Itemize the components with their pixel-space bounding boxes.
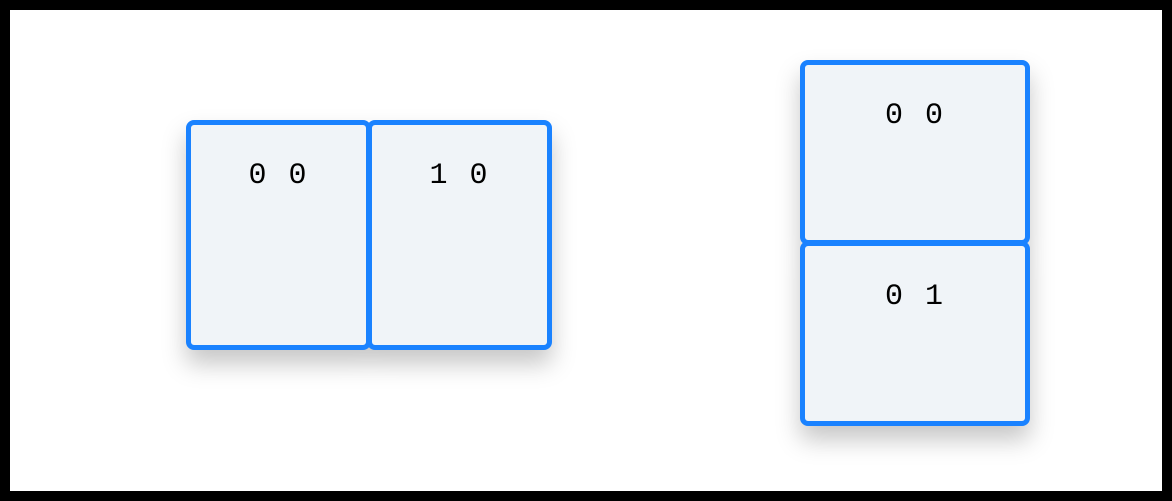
grid-box: 0 1 [800,241,1030,426]
diagram-canvas: 0 0 1 0 0 0 0 1 [10,10,1162,491]
box-coordinate-label: 1 0 [429,159,489,193]
grid-box: 0 0 [800,60,1030,245]
box-coordinate-label: 0 0 [248,159,308,193]
box-coordinate-label: 0 0 [885,99,945,133]
box-group-vertical: 0 0 0 1 [800,60,1030,426]
grid-box: 0 0 [186,120,371,350]
grid-box: 1 0 [367,120,552,350]
box-group-horizontal: 0 0 1 0 [186,120,552,350]
box-coordinate-label: 0 1 [885,280,945,314]
